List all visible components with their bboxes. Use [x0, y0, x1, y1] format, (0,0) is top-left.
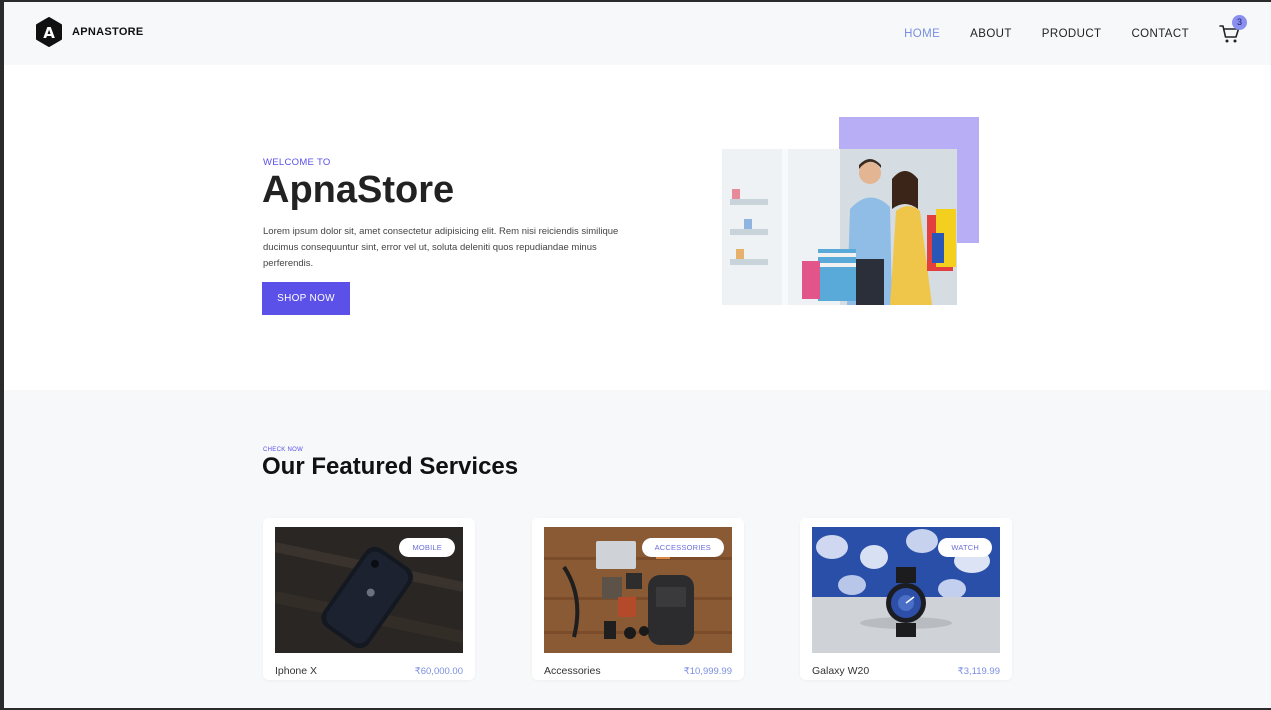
- card-name-galaxy-w20: Galaxy W20: [812, 665, 870, 677]
- product-card-accessories[interactable]: ACCESSORIES Accessories ₹10,999.99: [532, 518, 744, 680]
- services-title: Our Featured Services: [262, 453, 519, 480]
- nav-home[interactable]: HOME: [904, 28, 940, 40]
- hero-eyebrow: WELCOME TO: [263, 157, 331, 168]
- page: A APNASTORE HOME ABOUT PRODUCT CONTACT 3…: [4, 2, 1271, 708]
- hero-title: ApnaStore: [262, 169, 455, 211]
- nav-product[interactable]: PRODUCT: [1042, 28, 1102, 40]
- hero-shopping-couple-image: [722, 149, 957, 305]
- card-tag-watch: WATCH: [938, 538, 992, 557]
- nav-about[interactable]: ABOUT: [970, 28, 1012, 40]
- site-header: A APNASTORE HOME ABOUT PRODUCT CONTACT 3: [4, 2, 1271, 65]
- product-card-mobile[interactable]: MOBILE Iphone X ₹60,000.00: [263, 518, 475, 680]
- brand-name: APNASTORE: [72, 26, 144, 38]
- hero-section: WELCOME TO ApnaStore Lorem ipsum dolor s…: [4, 65, 1271, 390]
- cart-count-badge: 3: [1232, 14, 1247, 30]
- product-card-watch[interactable]: WATCH Galaxy W20 ₹3,119.99: [800, 518, 1012, 680]
- hero-description: Lorem ipsum dolor sit, amet consectetur …: [263, 226, 619, 269]
- featured-services-section: CHECK NOW Our Featured Services MOBILE I…: [4, 390, 1271, 708]
- card-price-accessories: ₹10,999.99: [683, 666, 732, 677]
- card-name-iphone-x: Iphone X: [275, 665, 318, 677]
- brand-logo-icon: A: [36, 17, 62, 47]
- card-tag-mobile: MOBILE: [399, 538, 455, 557]
- shop-now-button[interactable]: SHOP NOW: [262, 282, 350, 315]
- card-name-accessories: Accessories: [544, 665, 601, 677]
- card-tag-accessories: ACCESSORIES: [641, 538, 724, 557]
- card-price-iphone-x: ₹60,000.00: [414, 666, 463, 677]
- card-price-galaxy-w20: ₹3,119.99: [957, 666, 1000, 677]
- svg-text:A: A: [43, 24, 55, 42]
- brand-logo[interactable]: A APNASTORE: [35, 17, 144, 47]
- nav-contact[interactable]: CONTACT: [1131, 28, 1189, 40]
- main-nav: HOME ABOUT PRODUCT CONTACT 3: [904, 2, 1271, 65]
- cart-button[interactable]: 3: [1219, 14, 1247, 45]
